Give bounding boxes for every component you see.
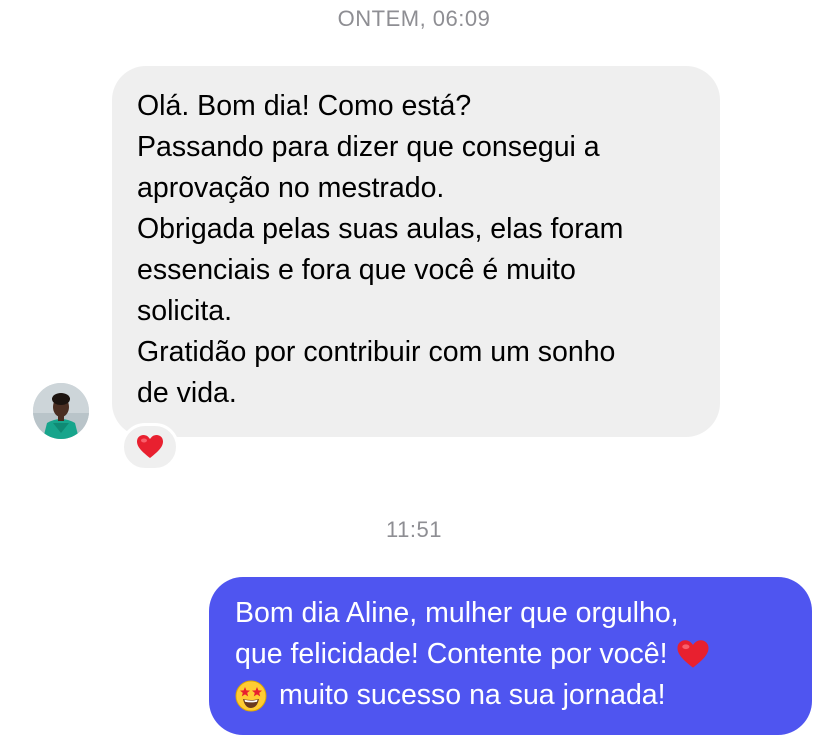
message-line: de vida. (137, 377, 237, 409)
message-line: muito sucesso na sua jornada! (235, 675, 792, 716)
message-line: que felicidade! Contente por você! (235, 634, 792, 675)
message-line: Passando para dizer que consegui a (137, 131, 600, 163)
message-line: solicita. (137, 295, 233, 327)
message-text: Bom dia Aline, mulher que orgulho, (235, 597, 679, 629)
message-line: Obrigada pelas suas aulas, elas foram (137, 213, 624, 245)
message-line: Olá. Bom dia! Como está? (137, 90, 472, 122)
time-separator: 11:51 (386, 517, 442, 542)
incoming-message-bubble[interactable]: Olá. Bom dia! Como está? Passando para d… (112, 66, 720, 437)
message-reaction[interactable] (121, 423, 179, 471)
message-text: que felicidade! Contente por você! (235, 638, 668, 670)
contact-avatar[interactable] (33, 383, 89, 439)
red-heart-icon (677, 640, 709, 668)
message-text: muito sucesso na sua jornada! (279, 679, 666, 711)
avatar-photo-icon (33, 383, 89, 439)
message-line: essenciais e fora que você é muito (137, 254, 576, 286)
message-line: Gratidão por contribuir com um sonho (137, 336, 616, 368)
message-line: aprovação no mestrado. (137, 172, 445, 204)
star-struck-icon (235, 680, 267, 711)
date-separator: ONTEM, 06:09 (337, 6, 491, 31)
outgoing-message-bubble[interactable]: Bom dia Aline, mulher que orgulho, que f… (209, 577, 812, 735)
red-heart-icon (137, 435, 163, 458)
message-line: Bom dia Aline, mulher que orgulho, (235, 593, 792, 634)
